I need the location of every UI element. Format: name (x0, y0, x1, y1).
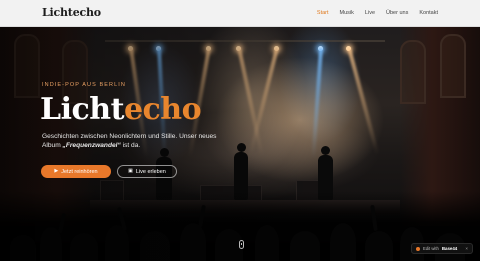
listen-now-label: Jetzt reinhören (61, 168, 98, 175)
hero-title-main: Licht (40, 92, 124, 127)
nav-link-live[interactable]: Live (365, 10, 375, 16)
edit-with-badge[interactable]: Edit with Base44 × (411, 243, 473, 254)
hero-title: Lichtecho (40, 92, 202, 128)
site-logo[interactable]: Lichtecho (42, 6, 101, 19)
album-title: „Frequenzwandel“ (62, 142, 121, 149)
nav-link-start[interactable]: Start (317, 10, 329, 16)
close-icon[interactable]: × (465, 246, 468, 251)
hero-lead-end: ist da. (120, 142, 141, 149)
site-header: Lichtecho Start Musik Live Über uns Kont… (0, 0, 480, 27)
nav-link-kontakt[interactable]: Kontakt (419, 10, 438, 16)
hero-eyebrow: INDIE-POP AUS BERLIN (42, 82, 126, 88)
hero-lead: Geschichten zwischen Neonlichtern und St… (42, 132, 232, 150)
live-button[interactable]: ▣ Live erleben (117, 165, 177, 178)
hero-gradient-overlay (0, 0, 480, 261)
badge-brand: Base44 (441, 246, 458, 251)
hero-title-accent: echo (123, 92, 202, 127)
nav-link-ueber-uns[interactable]: Über uns (386, 10, 408, 16)
scroll-indicator-icon[interactable] (239, 240, 244, 249)
base44-logo-icon (416, 246, 420, 251)
calendar-icon: ▣ (128, 168, 133, 174)
nav-link-musik[interactable]: Musik (340, 10, 354, 16)
live-button-label: Live erleben (135, 168, 166, 175)
listen-now-button[interactable]: ▶ Jetzt reinhören (41, 165, 111, 178)
play-icon: ▶ (54, 168, 59, 174)
badge-prefix: Edit with (423, 246, 439, 251)
main-nav: Start Musik Live Über uns Kontakt (317, 0, 438, 26)
